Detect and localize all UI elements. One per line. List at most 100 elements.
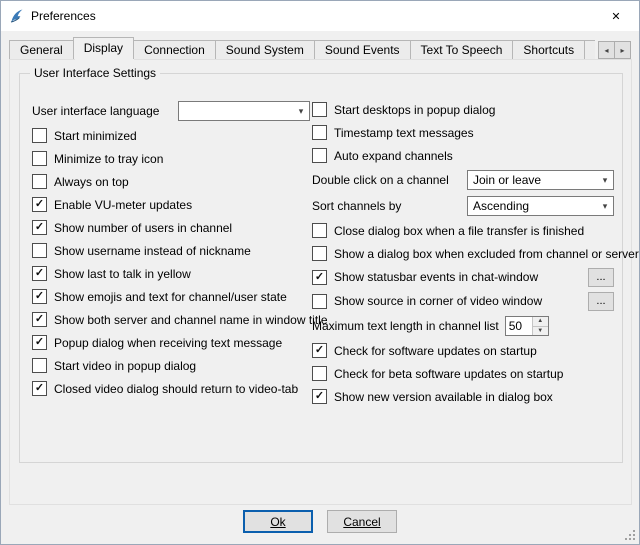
- tab-general[interactable]: General: [9, 40, 74, 59]
- ok-button[interactable]: Ok: [243, 510, 313, 533]
- titlebar[interactable]: Preferences ✕: [1, 1, 639, 31]
- checkbox[interactable]: [312, 125, 327, 140]
- right-checkbox-list-bottom: ✓ Check for software updates on startup Ch…: [312, 339, 614, 408]
- checkbox[interactable]: [312, 366, 327, 381]
- chevron-down-icon: ▾: [293, 106, 309, 117]
- checkbox-row[interactable]: ✓ Show last to talk in yellow: [32, 262, 310, 285]
- video-source-config-button[interactable]: ...: [588, 292, 614, 311]
- spin-up-icon[interactable]: ▲: [533, 317, 548, 327]
- checkbox-row[interactable]: Show a dialog box when excluded from cha…: [312, 242, 614, 265]
- checkbox[interactable]: ✓: [32, 220, 47, 235]
- tab-video[interactable]: Video: [584, 40, 595, 59]
- checkbox[interactable]: ✓: [312, 389, 327, 404]
- checkbox-row[interactable]: ✓Enable VU-meter updates: [32, 193, 310, 216]
- checkbox-row[interactable]: ✓ Show new version available in dialog bo…: [312, 385, 614, 408]
- checkbox-label: Start minimized: [54, 129, 137, 143]
- checkbox[interactable]: ✓: [32, 312, 47, 327]
- checkbox-label: Timestamp text messages: [334, 126, 474, 140]
- checkbox-row[interactable]: Timestamp text messages: [312, 121, 614, 144]
- tab-display[interactable]: Display: [73, 37, 134, 59]
- checkbox-row[interactable]: Start video in popup dialog: [32, 354, 310, 377]
- checkbox[interactable]: [32, 128, 47, 143]
- max-text-length-row: Maximum text length in channel list 50 ▲…: [312, 313, 614, 339]
- window-title: Preferences: [31, 9, 96, 23]
- checkbox-label: Check for software updates on startup: [334, 344, 537, 358]
- checkbox[interactable]: [312, 223, 327, 238]
- checkbox-row[interactable]: Check for beta software updates on start…: [312, 362, 614, 385]
- checkbox[interactable]: [32, 358, 47, 373]
- tab-scroll-right-icon[interactable]: ▸: [614, 41, 631, 59]
- max-text-length-label: Maximum text length in channel list: [312, 319, 499, 333]
- spin-down-icon[interactable]: ▼: [533, 327, 548, 336]
- checkbox-row[interactable]: Always on top: [32, 170, 310, 193]
- language-combo[interactable]: ▾: [178, 101, 310, 121]
- checkbox-row[interactable]: Minimize to tray icon: [32, 147, 310, 170]
- checkbox[interactable]: [32, 151, 47, 166]
- checkbox-row[interactable]: ✓ Popup dialog when receiving text messag…: [32, 331, 310, 354]
- checkbox-label: Closed video dialog should return to vid…: [54, 382, 298, 396]
- checkbox-row[interactable]: Show username instead of nickname: [32, 239, 310, 262]
- checkbox[interactable]: ✓: [312, 270, 327, 285]
- tab-shortcuts[interactable]: Shortcuts: [512, 40, 585, 59]
- max-text-length-spinner[interactable]: 50 ▲ ▼: [505, 316, 549, 336]
- checkbox-label: Auto expand channels: [334, 149, 453, 163]
- checkbox[interactable]: [32, 243, 47, 258]
- checkbox-label: Close dialog box when a file transfer is…: [334, 224, 584, 238]
- video-source-row[interactable]: Show source in corner of video window ..…: [312, 289, 614, 313]
- button-bar: Ok Cancel: [1, 510, 639, 533]
- checkbox[interactable]: [312, 102, 327, 117]
- tab-connection[interactable]: Connection: [133, 40, 216, 59]
- resize-grip[interactable]: [625, 530, 635, 540]
- checkbox-row[interactable]: ✓Show number of users in channel: [32, 216, 310, 239]
- checkbox[interactable]: ✓: [312, 343, 327, 358]
- tab-bar: GeneralDisplayConnectionSound SystemSoun…: [9, 37, 595, 59]
- language-label: User interface language: [32, 104, 159, 118]
- sort-channels-combo[interactable]: Ascending ▾: [467, 196, 614, 216]
- checkbox[interactable]: [312, 148, 327, 163]
- checkbox-label: Popup dialog when receiving text message: [54, 336, 282, 350]
- preferences-dialog: Preferences ✕ GeneralDisplayConnectionSo…: [0, 0, 640, 545]
- checkbox-label: Check for beta software updates on start…: [334, 367, 563, 381]
- tab-text-to-speech[interactable]: Text To Speech: [410, 40, 514, 59]
- statusbar-events-row[interactable]: ✓ Show statusbar events in chat-window .…: [312, 265, 614, 289]
- checkbox[interactable]: ✓: [32, 381, 47, 396]
- checkbox[interactable]: [32, 174, 47, 189]
- double-click-combo[interactable]: Join or leave ▾: [467, 170, 614, 190]
- checkbox-label: Always on top: [54, 175, 129, 189]
- checkbox[interactable]: [312, 246, 327, 261]
- left-column: User interface language ▾ Start minimize…: [32, 98, 310, 400]
- app-icon: [9, 8, 25, 24]
- checkbox-label: Show source in corner of video window: [334, 294, 542, 308]
- tab-pane: User Interface Settings User interface l…: [9, 59, 632, 505]
- tab-sound-system[interactable]: Sound System: [215, 40, 315, 59]
- checkbox-row[interactable]: ✓Show both server and channel name in wi…: [32, 308, 310, 331]
- tab-sound-events[interactable]: Sound Events: [314, 40, 411, 59]
- statusbar-events-config-button[interactable]: ...: [588, 268, 614, 287]
- checkbox-row[interactable]: ✓ Check for software updates on startup: [312, 339, 614, 362]
- checkbox-label: Show last to talk in yellow: [54, 267, 191, 281]
- checkbox-row[interactable]: Auto expand channels: [312, 144, 614, 167]
- checkbox[interactable]: ✓: [32, 197, 47, 212]
- checkbox-row[interactable]: Close dialog box when a file transfer is…: [312, 219, 614, 242]
- checkbox[interactable]: ✓: [32, 266, 47, 281]
- language-row: User interface language ▾: [32, 98, 310, 124]
- tab-scroll-left-icon[interactable]: ◂: [598, 41, 615, 59]
- cancel-button[interactable]: Cancel: [327, 510, 397, 533]
- right-column: Start desktops in popup dialog Timestamp …: [312, 98, 614, 408]
- checkbox-label: Show new version available in dialog box: [334, 390, 553, 404]
- tab-list: GeneralDisplayConnectionSound SystemSoun…: [9, 37, 595, 59]
- checkbox-label: Show a dialog box when excluded from cha…: [334, 247, 639, 261]
- chevron-down-icon: ▾: [597, 175, 613, 186]
- max-text-length-value[interactable]: 50: [506, 317, 532, 335]
- checkbox-row[interactable]: Start minimized: [32, 124, 310, 147]
- checkbox[interactable]: ✓: [32, 289, 47, 304]
- spinner-arrows: ▲ ▼: [532, 317, 548, 335]
- checkbox-row[interactable]: ✓Show emojis and text for channel/user s…: [32, 285, 310, 308]
- checkbox[interactable]: ✓: [32, 335, 47, 350]
- checkbox[interactable]: [312, 294, 327, 309]
- checkbox-row[interactable]: ✓ Closed video dialog should return to vi…: [32, 377, 310, 400]
- checkbox-label: Minimize to tray icon: [54, 152, 163, 166]
- close-button[interactable]: ✕: [593, 1, 639, 31]
- sort-channels-combo-value: Ascending: [468, 199, 597, 213]
- checkbox-row[interactable]: Start desktops in popup dialog: [312, 98, 614, 121]
